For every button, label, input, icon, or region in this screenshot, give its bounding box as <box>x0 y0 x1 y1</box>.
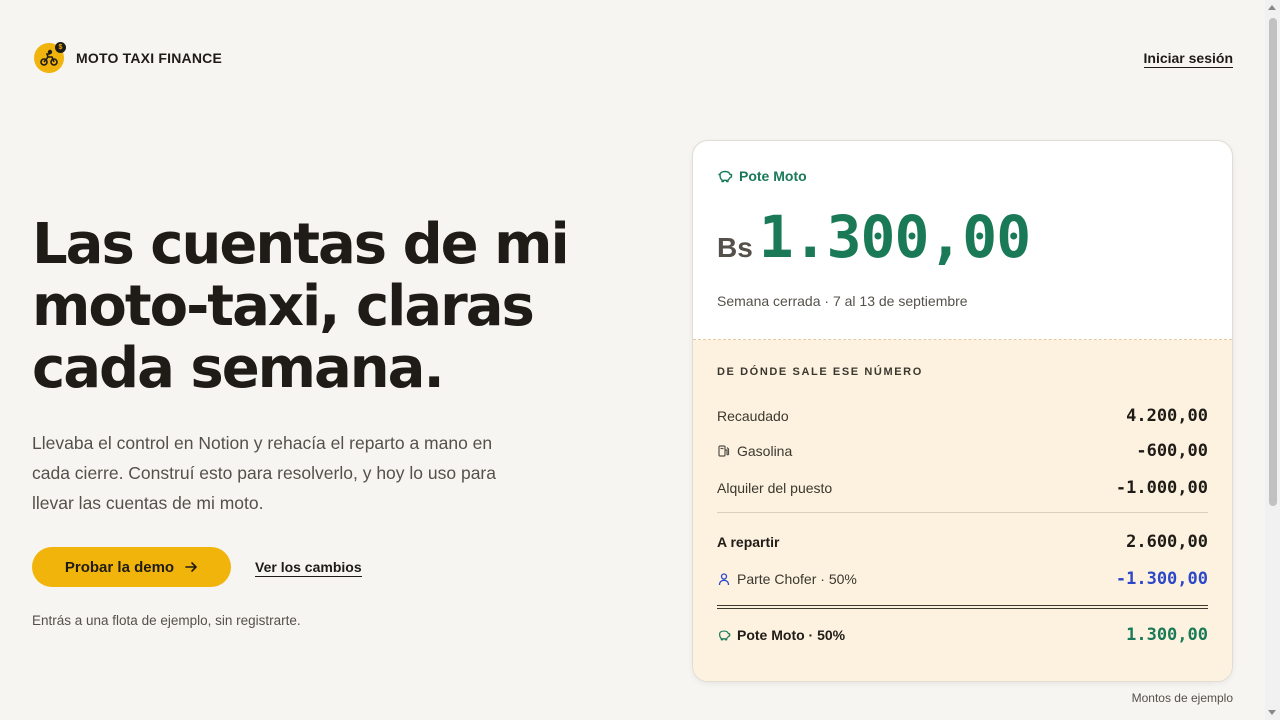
piggy-bank-icon <box>718 170 733 183</box>
breakdown-section: DE DÓNDE SALE ESE NÚMERO Recaudado 4.200… <box>693 340 1232 681</box>
hero-title-line: moto-taxi, claras <box>32 274 535 339</box>
login-link[interactable]: Iniciar sesión <box>1143 50 1233 68</box>
row-label: Pote Moto · 50% <box>737 627 846 643</box>
total-divider <box>717 605 1208 609</box>
breakdown-row-alquiler: Alquiler del puesto -1.000,00 <box>717 478 1208 498</box>
breakdown-row-gasolina: Gasolina -600,00 <box>717 441 1208 461</box>
row-label: Parte Chofer · 50% <box>737 571 857 587</box>
hero-title-line: cada semana. <box>32 336 445 401</box>
row-label: Gasolina <box>737 443 793 459</box>
row-label-gasolina: Gasolina <box>717 443 792 459</box>
row-label: Alquiler del puesto <box>717 480 833 496</box>
coin-icon: $ <box>55 42 66 53</box>
row-value: -1.000,00 <box>1115 478 1208 498</box>
breakdown-row-pote-moto: Pote Moto · 50% 1.300,00 <box>717 625 1208 645</box>
pote-moto-label: Pote Moto <box>717 168 807 184</box>
scroll-down-arrow-icon[interactable] <box>1268 710 1276 715</box>
row-label-chofer: Parte Chofer · 50% <box>717 571 857 587</box>
card-summary: Pote Moto Bs 1.300,00 Semana cerrada · 7… <box>693 141 1232 340</box>
weekly-summary-card: Pote Moto Bs 1.300,00 Semana cerrada · 7… <box>692 140 1233 682</box>
row-value: 2.600,00 <box>1126 532 1208 552</box>
piggy-bank-icon <box>719 630 731 641</box>
scrollbar-thumb[interactable] <box>1269 18 1277 506</box>
try-demo-label: Probar la demo <box>64 558 175 576</box>
row-label: A repartir <box>717 534 780 550</box>
breakdown-divider <box>717 512 1208 513</box>
user-icon <box>718 573 730 586</box>
row-value: -600,00 <box>1136 441 1208 461</box>
currency-label: Bs <box>717 232 753 263</box>
row-value: 1.300,00 <box>1126 625 1208 645</box>
hero-title: Las cuentas de mi moto-taxi, claras cada… <box>32 214 592 400</box>
breakdown-row-recaudado: Recaudado 4.200,00 <box>717 406 1208 426</box>
arrow-right-icon <box>185 562 197 572</box>
brand-name: MOTO TAXI FINANCE <box>76 50 222 66</box>
scroll-up-arrow-icon[interactable] <box>1268 5 1276 10</box>
sample-amounts-note: Montos de ejemplo <box>1131 691 1233 705</box>
changelog-link[interactable]: Ver los cambios <box>255 559 362 577</box>
brand-logo[interactable]: $ MOTO TAXI FINANCE <box>34 42 222 73</box>
row-label: Recaudado <box>717 408 789 424</box>
row-label-pote: Pote Moto · 50% <box>717 627 845 643</box>
pote-amount-value: 1.300,00 <box>758 203 1031 271</box>
row-value: -1.300,00 <box>1115 569 1208 589</box>
demo-note: Entrás a una flota de ejemplo, sin regis… <box>32 613 301 628</box>
row-value: 4.200,00 <box>1126 406 1208 426</box>
breakdown-title: DE DÓNDE SALE ESE NÚMERO <box>717 366 923 378</box>
pote-amount: Bs 1.300,00 <box>717 203 1031 271</box>
breakdown-row-a-repartir: A repartir 2.600,00 <box>717 532 1208 552</box>
week-range: Semana cerrada · 7 al 13 de septiembre <box>717 293 968 309</box>
hero-title-line: Las cuentas de mi <box>32 212 570 277</box>
try-demo-button[interactable]: Probar la demo <box>32 547 231 587</box>
page-scrollbar[interactable] <box>1265 0 1280 720</box>
hero-subtitle: Llevaba el control en Notion y rehacía e… <box>32 433 496 513</box>
pote-moto-text: Pote Moto <box>739 168 807 184</box>
fuel-icon <box>718 445 730 457</box>
moto-logo-icon: $ <box>34 42 66 73</box>
breakdown-row-parte-chofer: Parte Chofer · 50% -1.300,00 <box>717 569 1208 589</box>
